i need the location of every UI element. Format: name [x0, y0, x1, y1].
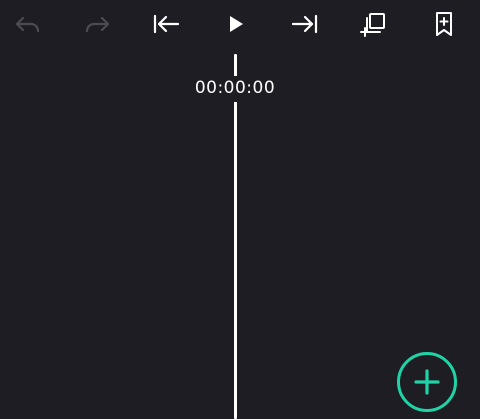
play-button[interactable]	[216, 4, 256, 44]
duplicate-icon	[360, 13, 385, 37]
skip-to-end-icon	[291, 14, 318, 34]
undo-icon	[15, 16, 40, 33]
redo-button[interactable]	[77, 4, 117, 44]
plus-icon	[414, 369, 440, 395]
skip-to-start-icon	[153, 14, 180, 34]
toolbar	[0, 0, 480, 48]
add-marker-button[interactable]	[424, 4, 464, 44]
playhead-line[interactable]	[234, 54, 237, 419]
timecode-display: 00:00:00	[194, 78, 276, 98]
duplicate-button[interactable]	[354, 4, 394, 44]
bookmark-add-icon	[436, 12, 452, 36]
skip-to-start-button[interactable]	[146, 4, 186, 44]
redo-icon	[85, 16, 110, 33]
add-media-button[interactable]	[397, 352, 457, 412]
play-icon	[230, 16, 243, 32]
undo-button[interactable]	[8, 4, 48, 44]
skip-to-end-button[interactable]	[285, 4, 325, 44]
